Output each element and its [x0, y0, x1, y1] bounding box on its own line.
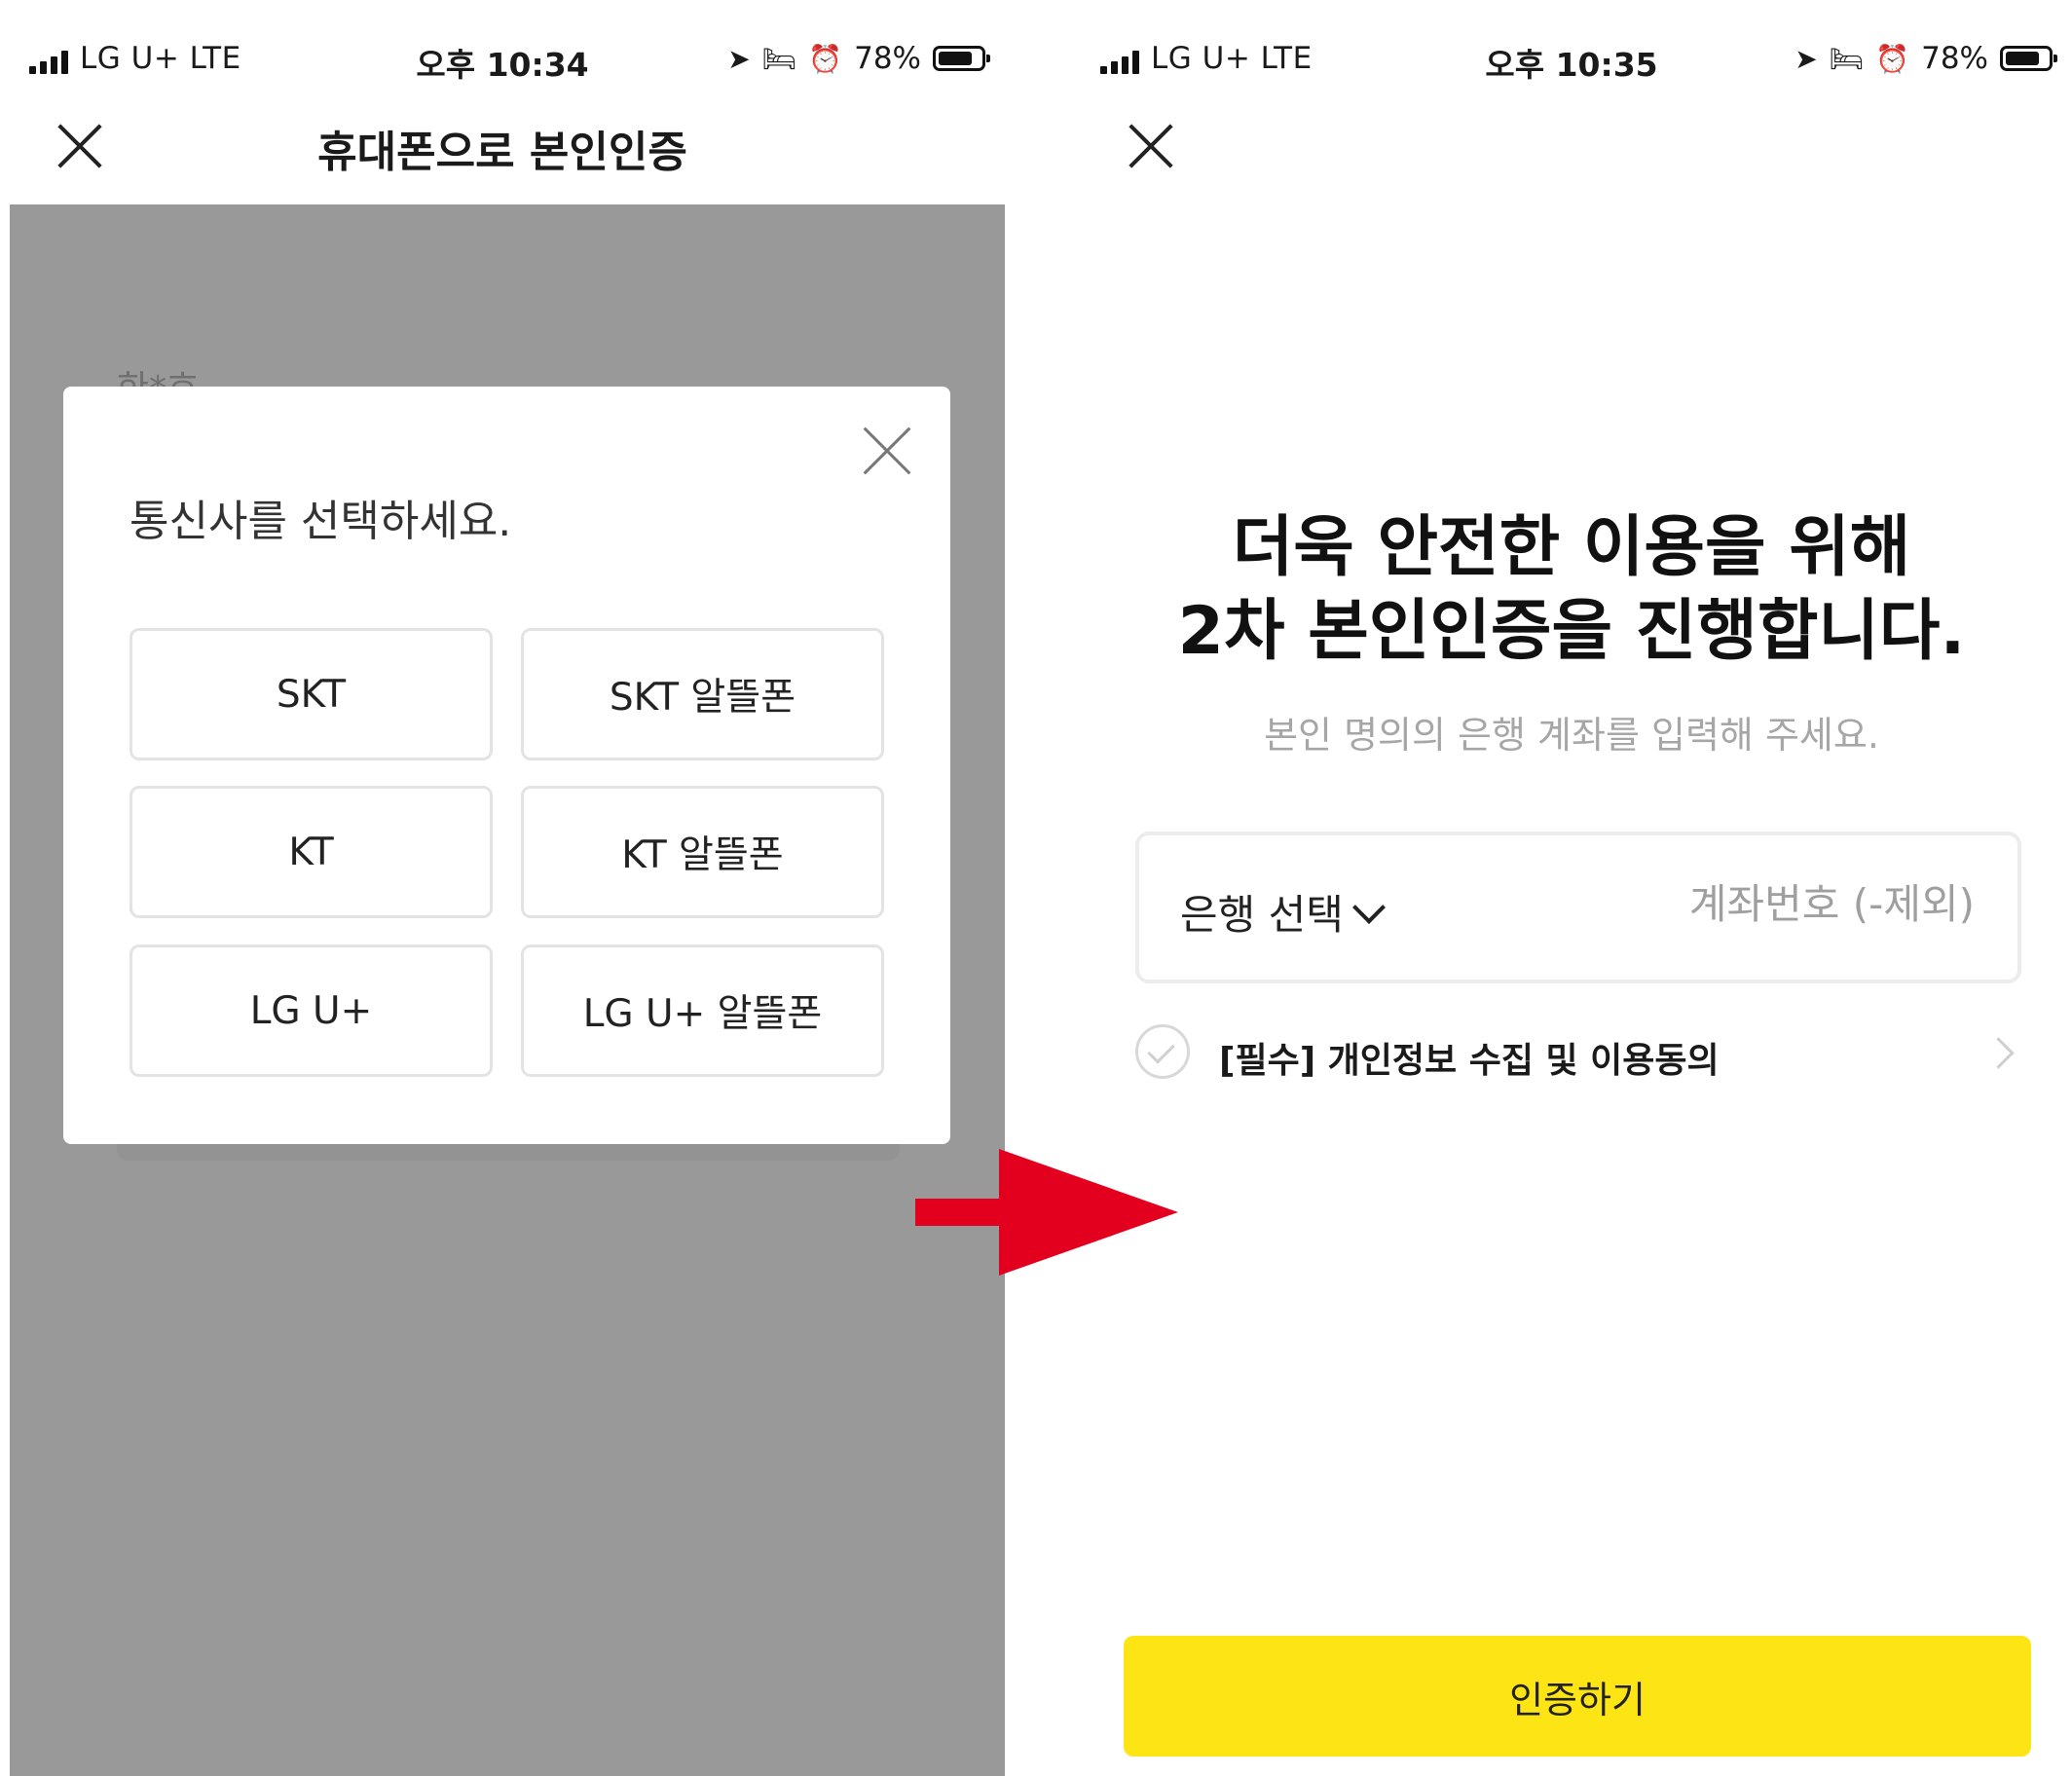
- carrier-option-kt-mvno[interactable]: KT 알뜰폰: [521, 786, 884, 918]
- bed-icon: 🛏: [761, 42, 797, 75]
- verify-button[interactable]: 인증하기: [1124, 1636, 2031, 1757]
- left-screen: LG U+ LTE 오후 10:34 ➤ 🛏 ⏰ 78% 휴대폰으로 본인인증 …: [0, 0, 1005, 1776]
- modal-title: 통신사를 선택하세요.: [130, 497, 512, 546]
- check-circle-icon[interactable]: [1135, 1024, 1190, 1079]
- agreement-label: [필수] 개인정보 수집 및 이용동의: [1219, 1041, 1720, 1081]
- chevron-right-icon[interactable]: [1982, 1037, 2015, 1069]
- bed-icon: 🛏: [1829, 42, 1865, 75]
- battery-percent: 78%: [854, 41, 921, 76]
- account-number-input[interactable]: [1653, 880, 1975, 928]
- close-icon[interactable]: [1128, 123, 1174, 169]
- status-bar: LG U+ LTE 오후 10:34 ➤ 🛏 ⏰ 78%: [0, 0, 1005, 121]
- alarm-icon: ⏰: [1875, 42, 1910, 75]
- subtitle: 본인 명의의 은행 계좌를 입력해 주세요.: [1264, 714, 1879, 757]
- carrier-option-kt[interactable]: KT: [130, 786, 493, 918]
- headline-line-2: 2차 본인인증을 진행합니다.: [1177, 593, 1966, 670]
- status-bar: LG U+ LTE 오후 10:35 ➤ 🛏 ⏰ 78%: [1071, 0, 2072, 121]
- chevron-down-icon: [1351, 890, 1386, 924]
- headline: 더욱 안전한 이용을 위해 2차 본인인증을 진행합니다.: [1071, 506, 2072, 674]
- privacy-agreement-row[interactable]: [필수] 개인정보 수집 및 이용동의: [1135, 1024, 2021, 1085]
- battery-icon: [2000, 46, 2057, 71]
- carrier-select-modal: 통신사를 선택하세요. SKT SKT 알뜰폰 KT KT 알뜰폰 LG U+ …: [63, 387, 950, 1144]
- battery-icon: [933, 46, 990, 71]
- carrier-option-lgu[interactable]: LG U+: [130, 944, 493, 1077]
- bank-select-label: 은행 선택: [1180, 891, 1344, 939]
- battery-percent: 78%: [1921, 41, 1988, 76]
- carrier-option-lgu-mvno[interactable]: LG U+ 알뜰폰: [521, 944, 884, 1077]
- carrier-option-skt[interactable]: SKT: [130, 628, 493, 760]
- alarm-icon: ⏰: [808, 42, 843, 75]
- red-arrow-icon: [915, 1149, 1178, 1276]
- page-title: 휴대폰으로 본인인증: [317, 128, 687, 177]
- carrier-option-skt-mvno[interactable]: SKT 알뜰폰: [521, 628, 884, 760]
- status-icons: ➤ 🛏 ⏰ 78%: [727, 41, 990, 76]
- bank-select-dropdown[interactable]: 은행 선택: [1180, 882, 1386, 942]
- location-arrow-icon: ➤: [727, 42, 751, 75]
- close-icon[interactable]: [864, 427, 910, 474]
- bank-account-field: 은행 선택: [1135, 832, 2021, 983]
- right-screen: LG U+ LTE 오후 10:35 ➤ 🛏 ⏰ 78% 더욱 안전한 이용을 …: [1071, 0, 2072, 1776]
- status-icons: ➤ 🛏 ⏰ 78%: [1794, 41, 2057, 76]
- headline-line-1: 더욱 안전한 이용을 위해: [1232, 509, 1911, 586]
- location-arrow-icon: ➤: [1794, 42, 1818, 75]
